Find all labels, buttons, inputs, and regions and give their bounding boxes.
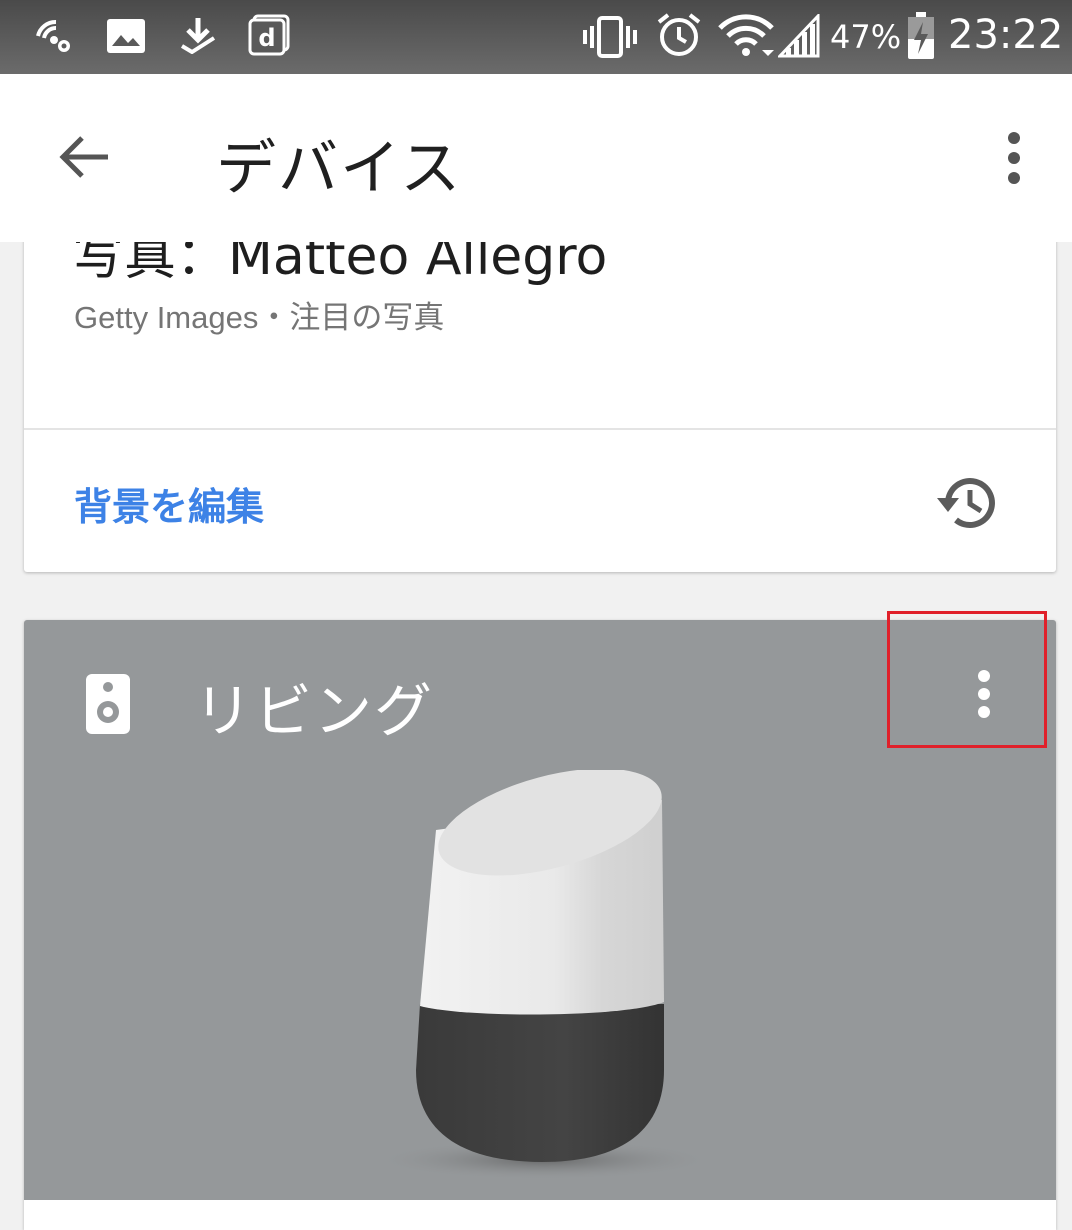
battery-percent: 47% (830, 18, 902, 56)
edit-background-button[interactable]: 背景を編集 (74, 476, 264, 531)
clock: 23:22 (948, 12, 1064, 58)
d-app-icon: d (248, 14, 290, 56)
battery-charging-icon (908, 12, 934, 59)
wifi-icon (718, 14, 774, 56)
background-card: 写真：Matteo Allegro Getty Images・注目の写真 背景を… (24, 190, 1056, 572)
image-icon (107, 19, 145, 53)
history-icon[interactable] (934, 468, 1004, 538)
device-card-footer (24, 1200, 1056, 1230)
svg-text:d: d (258, 24, 275, 52)
arrow-back-icon[interactable] (58, 132, 110, 182)
photo-source: Getty Images・注目の写真 (74, 300, 445, 335)
download-icon (180, 18, 216, 54)
alarm-icon (657, 13, 701, 56)
speaker-icon (86, 674, 130, 734)
google-home-device-image (374, 770, 714, 1180)
app-bar: デバイス (0, 74, 1072, 242)
page-title: デバイス (216, 134, 463, 204)
status-bar: d 47% 23:22 (0, 0, 1072, 74)
room-name: リビング (194, 677, 435, 745)
wifi-settings-icon (36, 19, 70, 52)
screen: d 47% 23:22 デバイス 写真：Matteo Allegro Getty… (0, 0, 1072, 1230)
signal-icon (778, 14, 820, 58)
more-vert-icon[interactable] (996, 130, 1032, 186)
divider (24, 428, 1056, 430)
vibrate-icon (583, 16, 637, 58)
highlight-box (887, 611, 1047, 748)
